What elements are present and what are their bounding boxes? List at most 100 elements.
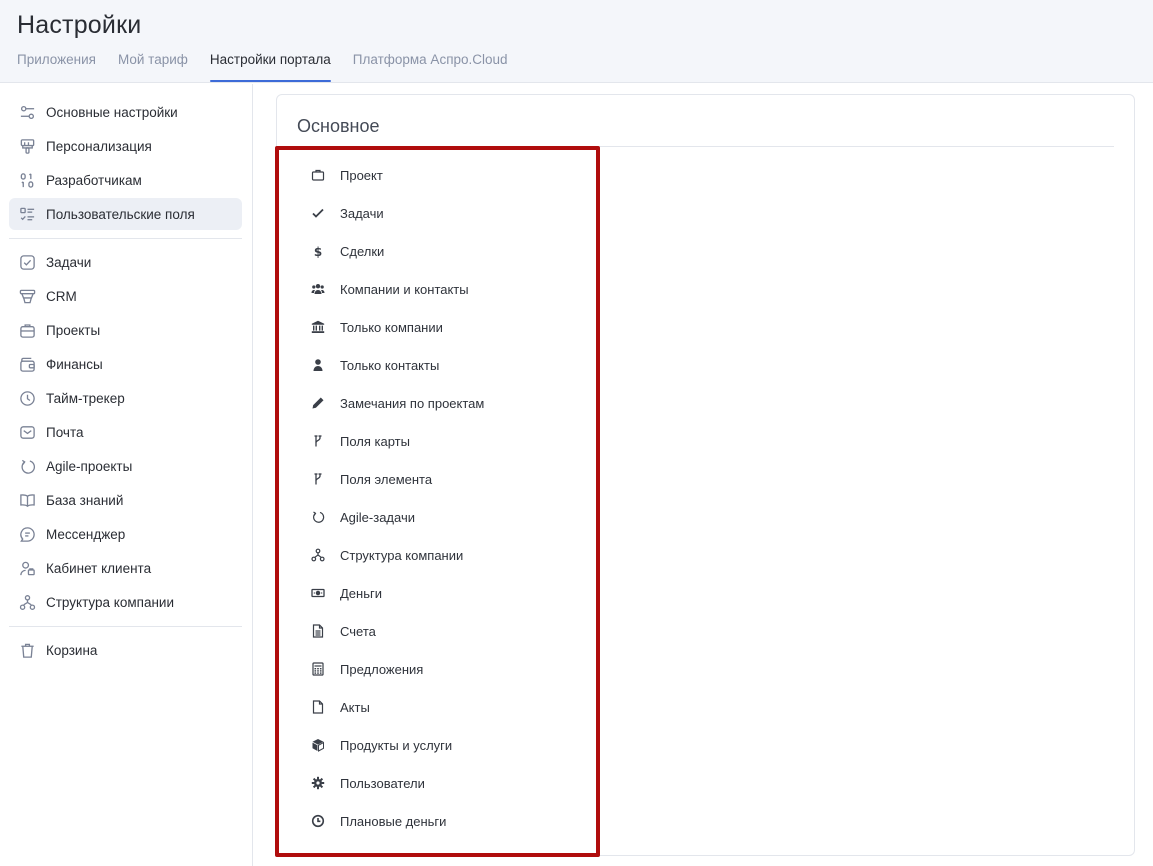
field-item-tasks[interactable]: Задачи [306,194,586,232]
cycle-arrow-icon [310,509,326,525]
checklist-icon [18,205,36,223]
field-item-label: Компании и контакты [340,281,469,297]
sidebar-item-projects[interactable]: Проекты [9,314,242,346]
field-item-project[interactable]: Проект [306,156,586,194]
sidebar-item-agile-projects[interactable]: Agile-проекты [9,450,242,482]
user-icon [310,357,326,373]
sidebar-item-trash[interactable]: Корзина [9,634,242,666]
sidebar-item-client-cabinet[interactable]: Кабинет клиента [9,552,242,584]
dollar-icon: $ [310,243,326,259]
sidebar-item-messenger[interactable]: Мессенджер [9,518,242,550]
field-item-invoices[interactable]: Счета [306,612,586,650]
sidebar-group-modules: Задачи CRM Проекты Финансы Тайм-трекер П… [9,246,242,620]
field-item-project-remarks[interactable]: Замечания по проектам [306,384,586,422]
sidebar-item-label: Задачи [46,254,92,270]
users-icon [310,281,326,297]
field-item-agile-tasks[interactable]: Agile-задачи [306,498,586,536]
sidebar-divider [9,238,242,239]
field-item-proposals[interactable]: Предложения [306,650,586,688]
sidebar-item-developers[interactable]: Разработчикам [9,164,242,196]
sidebar-item-time-tracker[interactable]: Тайм-трекер [9,382,242,414]
field-item-label: Акты [340,699,370,715]
briefcase-icon [18,321,36,339]
field-item-card-fields[interactable]: Поля карты [306,422,586,460]
sidebar-item-personalization[interactable]: Персонализация [9,130,242,162]
sidebar-item-label: Почта [46,424,84,440]
cube-icon [310,737,326,753]
wallet-icon [18,355,36,373]
sidebar-item-label: Персонализация [46,138,152,154]
field-item-products-services[interactable]: Продукты и услуги [306,726,586,764]
cycle-arrow-icon [18,457,36,475]
field-item-label: Поля элемента [340,471,433,487]
sidebar-item-crm[interactable]: CRM [9,280,242,312]
sidebar-item-label: Тайм-трекер [46,390,125,406]
field-item-money[interactable]: Деньги [306,574,586,612]
chat-bubble-icon [18,525,36,543]
funnel-icon [18,287,36,305]
sidebar-item-tasks[interactable]: Задачи [9,246,242,278]
paint-roller-icon [18,137,36,155]
sidebar-item-label: Структура компании [46,594,174,610]
sidebar-item-label: Кабинет клиента [46,560,152,576]
field-item-acts[interactable]: Акты [306,688,586,726]
field-item-label: Проект [340,167,383,183]
field-item-label: Структура компании [340,547,464,563]
sidebar-item-finance[interactable]: Финансы [9,348,242,380]
field-item-planned-money[interactable]: Плановые деньги [306,802,586,840]
org-structure-icon [310,547,326,563]
sidebar-item-label: Проекты [46,322,101,338]
sidebar-item-label: Финансы [46,356,103,372]
tab-my-plan[interactable]: Мой тариф [118,52,188,82]
envelope-icon [18,423,36,441]
sidebar-item-mail[interactable]: Почта [9,416,242,448]
gear-icon [310,775,326,791]
field-item-label: Пользователи [340,775,425,791]
sidebar-item-label: Мессенджер [46,526,126,542]
field-item-companies-contacts[interactable]: Компании и контакты [306,270,586,308]
tab-portal-settings[interactable]: Настройки портала [209,52,331,82]
sidebar-item-company-structure[interactable]: Структура компании [9,586,242,618]
sidebar-item-label: Agile-проекты [46,458,133,474]
field-item-companies-only[interactable]: Только компании [306,308,586,346]
settings-sidebar: Основные настройки Персонализация Разраб… [0,84,253,866]
sidebar-divider [9,626,242,627]
branch-icon [310,471,326,487]
sidebar-group-trash: Корзина [9,634,242,668]
tab-aspro-cloud-platform[interactable]: Платформа Аспро.Cloud [353,52,508,82]
sidebar-item-label: База знаний [46,492,124,508]
document-icon [310,699,326,715]
svg-text:$: $ [314,245,322,258]
field-item-label: Замечания по проектам [340,395,485,411]
field-item-label: Предложения [340,661,424,677]
field-item-deals[interactable]: $ Сделки [306,232,586,270]
tab-applications[interactable]: Приложения [17,52,96,82]
field-item-contacts-only[interactable]: Только контакты [306,346,586,384]
sidebar-item-label: Разработчикам [46,172,142,188]
clock-icon [18,389,36,407]
pencil-icon [310,395,326,411]
page-header: Настройки Приложения Мой тариф Настройки… [0,0,1153,83]
field-item-company-structure[interactable]: Структура компании [306,536,586,574]
field-item-label: Сделки [340,243,385,259]
field-item-label: Продукты и услуги [340,737,453,753]
briefcase-icon [310,167,326,183]
org-structure-icon [18,593,36,611]
client-cabinet-icon [18,559,36,577]
checkmark-icon [310,205,326,221]
sidebar-item-label: Корзина [46,642,98,658]
sidebar-item-knowledge-base[interactable]: База знаний [9,484,242,516]
branch-icon [310,433,326,449]
clock-icon [310,813,326,829]
field-item-label: Agile-задачи [340,509,415,525]
field-item-label: Задачи [340,205,384,221]
field-item-users[interactable]: Пользователи [306,764,586,802]
sidebar-item-main-settings[interactable]: Основные настройки [9,96,242,128]
banknote-icon [310,585,326,601]
sidebar-item-custom-fields[interactable]: Пользовательские поля [9,198,242,230]
field-item-label: Только компании [340,319,443,335]
page-title: Настройки [17,11,142,39]
binary-code-icon [18,171,36,189]
field-item-element-fields[interactable]: Поля элемента [306,460,586,498]
field-item-label: Деньги [340,585,382,601]
